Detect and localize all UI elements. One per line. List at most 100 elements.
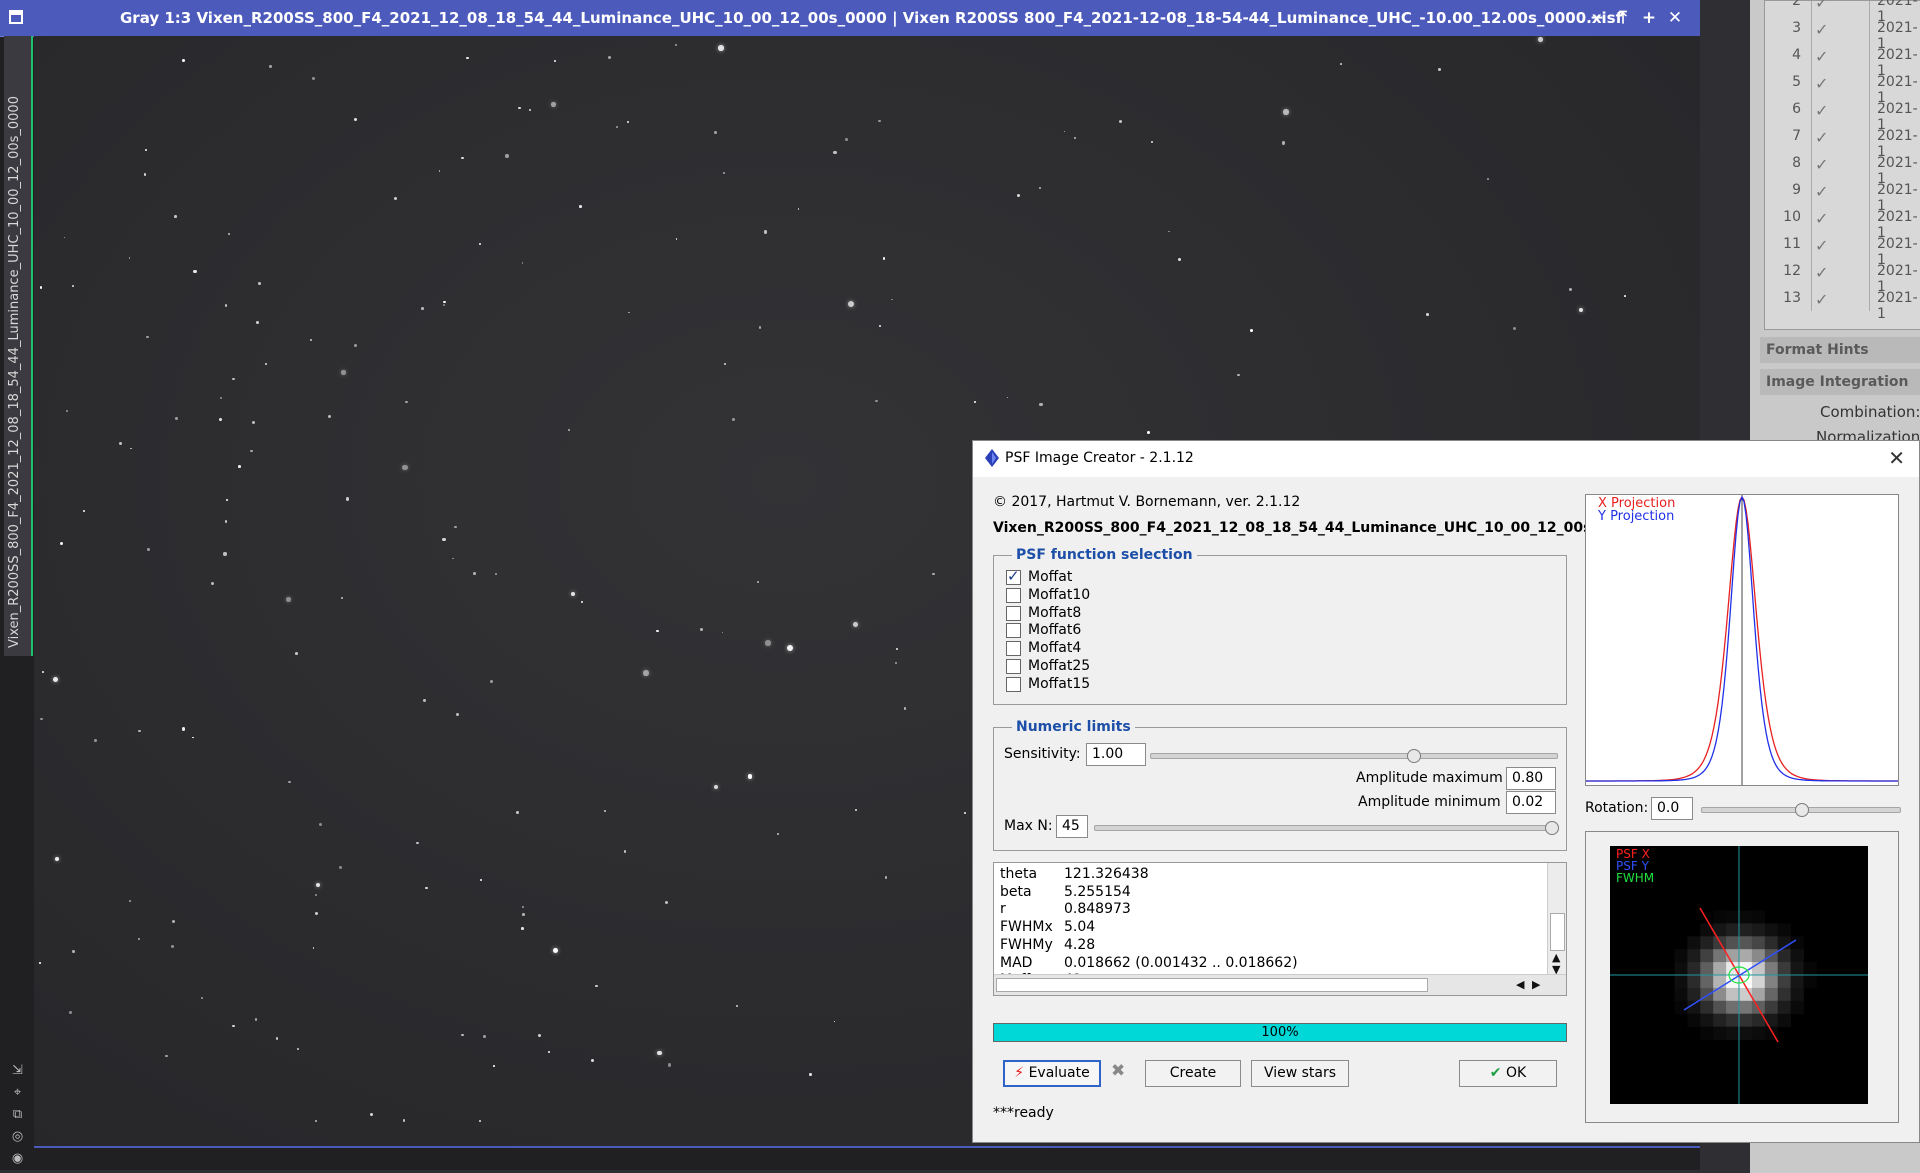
checkbox-icon[interactable] [1006,605,1021,621]
star-point [777,833,779,835]
frames-table[interactable]: 2 ✓ 2021-1 3 ✓ 2021-1 4 ✓ 2021-1 5 ✓ 2021-1 6 ✓ 2021-1… [1764,0,1920,330]
check-icon[interactable]: ✓ [1815,20,1828,39]
star-point [354,117,358,121]
star-point [608,56,612,60]
scroll-right-icon[interactable]: ▶ [1532,978,1540,991]
results-log[interactable]: theta 121.326438 beta 5.255154 r 0.848973 FWHM… [993,862,1567,996]
evaluate-button[interactable]: ⚡ Evaluate [1003,1060,1101,1087]
table-row[interactable]: 8 ✓ 2021-1 [1765,155,1920,187]
sensitivity-slider-handle[interactable] [1407,749,1421,763]
rotation-slider[interactable] [1701,803,1901,817]
view-stars-button[interactable]: View stars [1251,1060,1349,1087]
log-vertical-scroll-thumb[interactable] [1550,913,1565,951]
star-point [63,236,66,239]
check-icon[interactable]: ✓ [1815,0,1828,12]
table-row[interactable]: 7 ✓ 2021-1 [1765,128,1920,160]
image-window-titlebar[interactable]: Gray 1:3 Vixen_R200SS_800_F4_2021_12_08_… [0,0,1700,37]
max-n-slider[interactable] [1094,821,1559,835]
star-point [338,865,343,870]
check-icon[interactable]: ✓ [1815,182,1828,201]
check-icon[interactable]: ✓ [1815,101,1828,120]
checkbox-icon[interactable] [1006,641,1021,657]
close-icon[interactable]: ✕ [1888,446,1905,470]
create-button[interactable]: Create [1145,1060,1241,1087]
checkbox-icon[interactable] [1006,567,1021,585]
star-point [192,736,194,739]
checkbox-icon[interactable] [1006,587,1021,603]
star-point [895,648,899,651]
max-n-slider-handle[interactable] [1545,821,1559,835]
psf-function-group: PSF function selection MoffatMoffat10Mof… [993,547,1567,705]
table-row[interactable]: 10 ✓ 2021-1 [1765,209,1920,241]
checkbox-icon[interactable] [1006,623,1021,639]
star-point [39,286,43,289]
psf-pixel [1803,962,1817,976]
log-horizontal-scroll-thumb[interactable] [996,978,1428,992]
star-point [1283,109,1289,115]
section-image-integration[interactable]: Image Integration [1760,369,1920,395]
amplitude-maximum-input[interactable]: 0.80 [1506,767,1556,790]
check-icon[interactable]: ✓ [1815,209,1828,228]
psf-pixel [1739,923,1753,937]
max-n-input[interactable]: 45 [1056,815,1088,838]
check-icon[interactable]: ✓ [1815,236,1828,255]
star-point [1538,37,1543,42]
table-row[interactable]: 2 ✓ 2021-1 [1765,0,1920,25]
shade-icon[interactable]: ⤒ [1610,8,1636,28]
check-icon[interactable]: ✓ [1815,155,1828,174]
table-row[interactable]: 13 ✓ 2021-1 [1765,290,1920,322]
star-point [258,282,262,286]
star-point [129,900,132,903]
star-point [1118,120,1122,124]
cancel-icon[interactable]: ✖ [1111,1061,1125,1081]
star-point [1039,402,1043,407]
rotation-slider-handle[interactable] [1795,803,1809,817]
log-vertical-scrollbar[interactable]: ▲ ▼ [1547,863,1566,976]
table-row[interactable]: 6 ✓ 2021-1 [1765,101,1920,133]
check-icon[interactable]: ✓ [1815,47,1828,66]
star-point [224,520,228,523]
star-point [595,984,598,988]
checkbox-icon[interactable] [1006,676,1021,692]
table-row[interactable]: 4 ✓ 2021-1 [1765,47,1920,79]
scroll-left-icon[interactable]: ◀ [1516,978,1524,991]
image-vertical-tab[interactable]: Vixen_R200SS_800_F4_2021_12_08_18_54_44_… [4,36,33,656]
log-horizontal-scrollbar[interactable]: ◀ ▶ [994,974,1566,995]
progress-bar: 100% [993,1023,1567,1042]
table-row[interactable]: 9 ✓ 2021-1 [1765,182,1920,214]
checkbox-icon[interactable] [1006,659,1021,674]
maximize-icon[interactable]: + [1636,8,1662,28]
check-icon[interactable]: ✓ [1815,74,1828,93]
star-point [713,130,718,134]
table-row[interactable]: 5 ✓ 2021-1 [1765,74,1920,106]
check-icon[interactable]: ✓ [1815,128,1828,147]
crosshair-icon[interactable]: ⌖ [4,1082,31,1104]
section-format-hints[interactable]: Format Hints [1760,337,1920,363]
dialog-titlebar[interactable]: PSF Image Creator - 2.1.12 ✕ [973,441,1919,477]
close-icon[interactable]: ✕ [1662,8,1688,28]
target-icon[interactable]: ◎ [4,1126,31,1148]
star-point [223,552,227,556]
fit-icon[interactable]: ⇲ [4,1060,31,1082]
lightning-icon: ⚡ [1014,1065,1025,1081]
rotation-input[interactable]: 0.0 [1651,797,1693,820]
check-icon[interactable]: ✓ [1815,263,1828,282]
psf-pixel [1726,1013,1740,1027]
table-row[interactable]: 12 ✓ 2021-1 [1765,263,1920,295]
ok-button[interactable]: ✔ OK [1459,1060,1557,1087]
minimize-icon[interactable]: − [1584,8,1610,28]
sensitivity-slider[interactable] [1150,749,1558,763]
table-row[interactable]: 3 ✓ 2021-1 [1765,20,1920,52]
table-row[interactable]: 11 ✓ 2021-1 [1765,236,1920,268]
star-point [492,1065,495,1067]
clone-icon[interactable]: ⧉ [4,1104,31,1126]
eye-icon[interactable]: ◉ [4,1148,31,1170]
sensitivity-input[interactable]: 1.00 [1086,743,1146,766]
frame-index: 7 [1792,128,1801,144]
star-point [315,1120,318,1123]
amplitude-minimum-input[interactable]: 0.02 [1506,791,1556,814]
window-menu-icon[interactable] [9,10,23,24]
check-icon[interactable]: ✓ [1815,290,1828,309]
star-point [128,256,131,259]
star-point [423,699,426,702]
